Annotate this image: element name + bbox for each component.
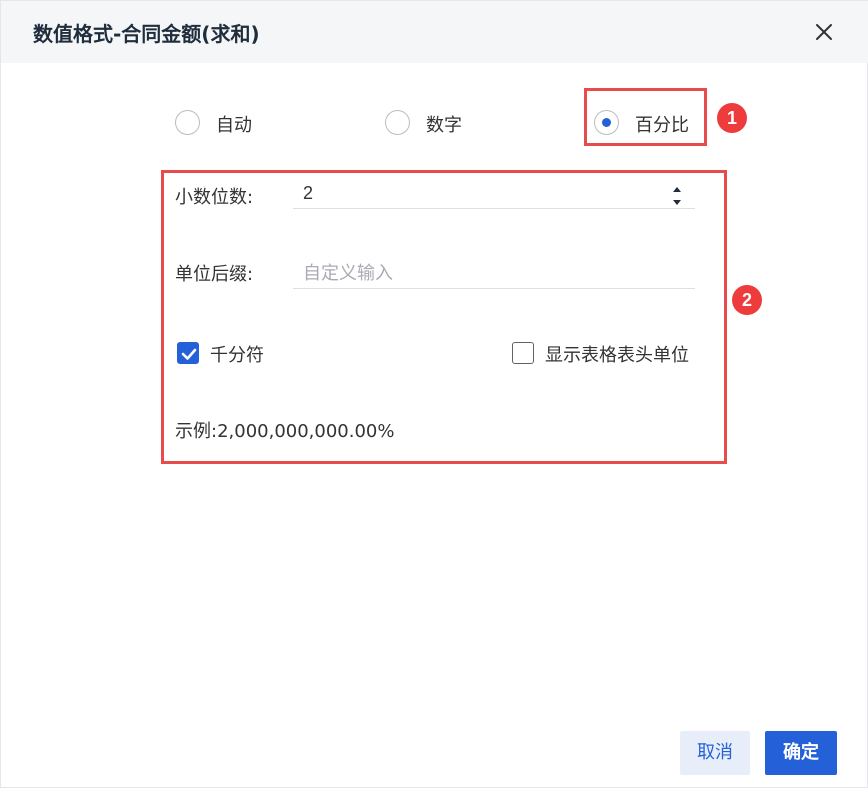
radio-label-auto: 自动 xyxy=(216,115,252,136)
cancel-button[interactable]: 取消 xyxy=(680,731,750,775)
checkbox-unchecked[interactable] xyxy=(512,342,534,364)
checkbox-checked[interactable] xyxy=(177,342,199,364)
radio-button[interactable] xyxy=(385,110,410,135)
decimal-places-input[interactable] xyxy=(293,179,695,209)
show-header-unit-label: 显示表格表头单位 xyxy=(545,345,689,366)
close-icon xyxy=(816,24,832,40)
thousands-separator-label: 千分符 xyxy=(210,345,264,366)
stepper-up-icon[interactable] xyxy=(671,179,683,192)
radio-button[interactable] xyxy=(175,110,200,135)
unit-suffix-label: 单位后缀: xyxy=(175,264,254,285)
ok-button[interactable]: 确定 xyxy=(765,731,837,775)
annotation-badge-1: 1 xyxy=(717,103,747,133)
number-format-dialog: 数值格式-合同金额(求和) 自动 数字 百分比 1 2 小数位数: 2 单位后缀… xyxy=(0,0,868,788)
format-example: 示例:2,000,000,000.00% xyxy=(175,421,395,442)
annotation-badge-2: 2 xyxy=(732,285,762,315)
check-icon xyxy=(181,348,197,360)
decimal-places-stepper[interactable] xyxy=(669,179,685,205)
unit-suffix-input[interactable] xyxy=(293,259,695,289)
annotation-box-1 xyxy=(584,88,707,146)
dialog-title: 数值格式-合同金额(求和) xyxy=(33,22,260,46)
decimal-places-label: 小数位数: xyxy=(175,187,254,208)
stepper-down-icon[interactable] xyxy=(671,193,683,205)
radio-label-number: 数字 xyxy=(426,115,462,136)
dialog-header: 数值格式-合同金额(求和) xyxy=(1,1,868,63)
close-button[interactable] xyxy=(809,17,839,47)
